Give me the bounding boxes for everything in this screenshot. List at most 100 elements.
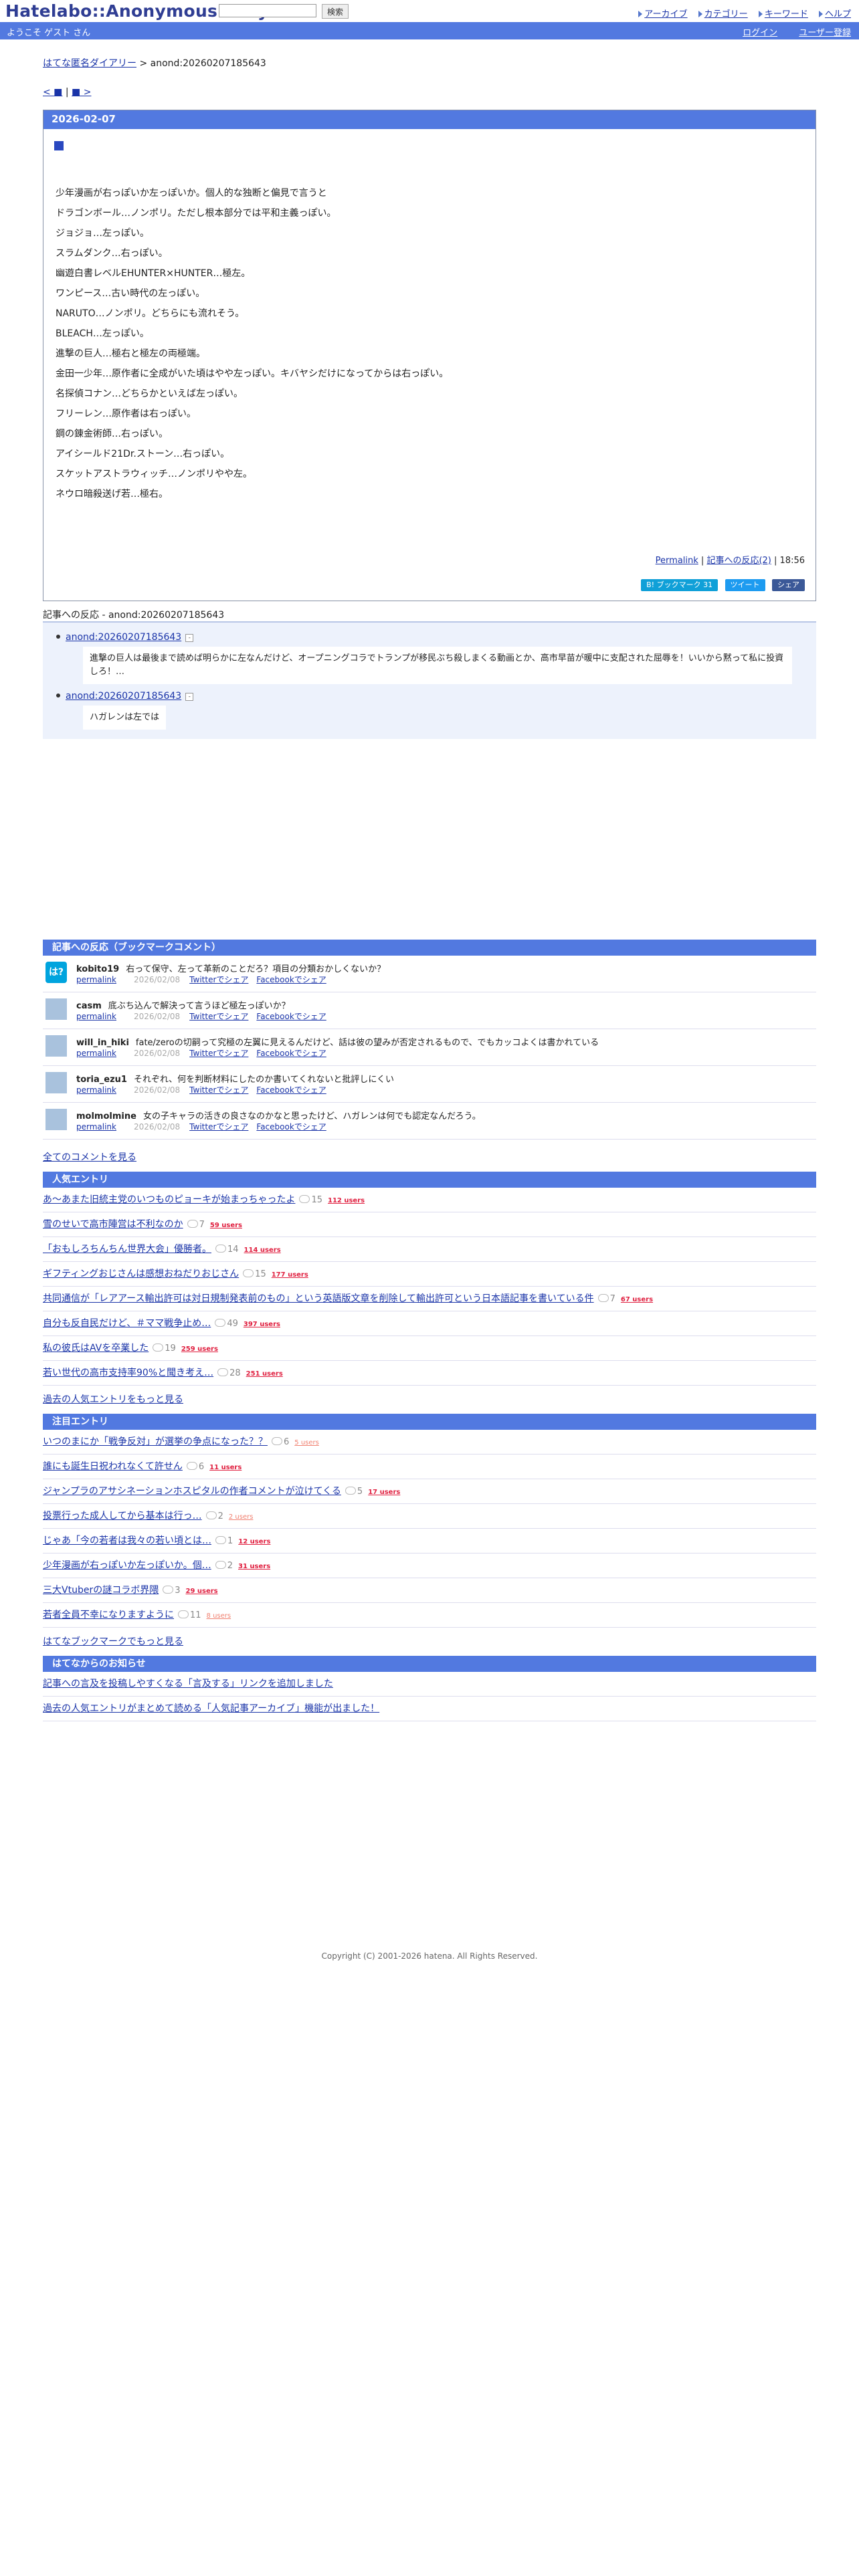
- all-comments-link[interactable]: 全てのコメントを見る: [43, 1150, 816, 1164]
- news-link[interactable]: 記事への言及を投稿しやすくなる「言及する」リンクを追加しました: [43, 1679, 333, 1689]
- entry-link[interactable]: 若い世代の高市支持率90%と聞き考え…: [43, 1368, 213, 1378]
- nav-help[interactable]: ヘルプ: [818, 9, 851, 19]
- popular-entries-list: あ〜あまた旧統主党のいつものピョーキが始まっちゃったよ 15 112 users 雪の…: [43, 1188, 816, 1386]
- entry-list-item: ジャンプラのアサシネーションホスピタルの作者コメントが泣けてくる 5 17 user…: [43, 1479, 816, 1504]
- twitter-share-link[interactable]: Twitterでシェア: [189, 975, 248, 984]
- avatar[interactable]: [45, 1109, 67, 1130]
- comment-date: 2026/02/08: [134, 1122, 181, 1132]
- breadcrumb-home[interactable]: はてな匿名ダイアリー: [43, 58, 136, 69]
- entry-link[interactable]: 雪のせいで高市陣営は不利なのか: [43, 1219, 183, 1230]
- entry-link[interactable]: 共同通信が「レアアース輸出許可は対日規制発表前のもの」という英語版文章を削除して…: [43, 1293, 594, 1304]
- entry-list-item: 自分も反自民だけど、＃ママ戦争止め… 49 397 users: [43, 1311, 816, 1336]
- copyright: Copyright (C) 2001-2026 hatena. All Righ…: [321, 1951, 538, 1961]
- popular-entries-title: 人気エントリ: [43, 1172, 816, 1188]
- bookmark-users-badge[interactable]: 114 users: [244, 1247, 281, 1254]
- entry-link[interactable]: 「おもしろちんちん世界大会」優勝者。: [43, 1244, 211, 1255]
- facebook-share-link[interactable]: Facebookでシェア: [256, 1122, 326, 1132]
- entry-link[interactable]: あ〜あまた旧統主党のいつものピョーキが始まっちゃったよ: [43, 1194, 295, 1205]
- entry-link[interactable]: 少年漫画が右っぽいか左っぽいか。個…: [43, 1560, 211, 1571]
- register-link[interactable]: ユーザー登録: [799, 28, 851, 38]
- bookmark-users-badge[interactable]: 59 users: [210, 1222, 242, 1229]
- facebook-share-link[interactable]: Facebookでシェア: [256, 1049, 326, 1058]
- bookmark-users-badge[interactable]: 259 users: [181, 1346, 218, 1353]
- search-button[interactable]: 検索: [322, 4, 349, 19]
- bookmark-users-badge[interactable]: 17 users: [368, 1489, 400, 1496]
- entry-link[interactable]: 自分も反自民だけど、＃ママ戦争止め…: [43, 1318, 211, 1329]
- bookmark-users-badge[interactable]: 11 users: [209, 1464, 242, 1471]
- entry-link[interactable]: いつのまにか「戦争反対」が選挙の争点になった？？: [43, 1436, 268, 1447]
- comment-user[interactable]: toria_ezu1: [76, 1075, 127, 1085]
- comment-user[interactable]: will_in_hiki: [76, 1038, 129, 1048]
- entry-title-link[interactable]: [54, 141, 64, 150]
- facebook-share-button[interactable]: シェア: [772, 579, 805, 591]
- comment-bubble-icon: [272, 1437, 282, 1445]
- next-entry-link[interactable]: ■ >: [72, 87, 91, 98]
- bookmark-users-badge[interactable]: 31 users: [238, 1563, 270, 1570]
- comment-count: 15: [311, 1195, 322, 1205]
- bookmark-users-badge[interactable]: 251 users: [246, 1370, 283, 1378]
- hatena-bookmark-button[interactable]: B! ブックマーク 31: [641, 579, 719, 591]
- entry-link[interactable]: 投票行った成人してから基本は行っ…: [43, 1511, 202, 1521]
- bookmark-users-badge[interactable]: 29 users: [185, 1588, 217, 1595]
- nav-category[interactable]: カテゴリー: [698, 9, 748, 19]
- facebook-share-link[interactable]: Facebookでシェア: [256, 975, 326, 984]
- entry-line: 進撃の巨人…極右と極左の両極端。: [56, 348, 205, 359]
- comment-permalink[interactable]: permalink: [76, 975, 116, 984]
- reaction-quote: ハガレンは左では: [83, 706, 167, 730]
- reactions-link[interactable]: 記事への反応(2): [706, 556, 771, 566]
- entry-link[interactable]: 誰にも誕生日祝われなくて許せん: [43, 1461, 183, 1472]
- bookmark-users-badge[interactable]: 67 users: [621, 1296, 653, 1303]
- comment-permalink[interactable]: permalink: [76, 1122, 116, 1132]
- avatar[interactable]: は?: [45, 962, 67, 983]
- bookmark-comments-title: 記事への反応（ブックマークコメント）: [43, 940, 816, 956]
- entry-link[interactable]: 三大Vtuberの謎コラボ界隈: [43, 1585, 159, 1596]
- entry-link[interactable]: じゃあ「今の若者は我々の若い頃とは…: [43, 1535, 211, 1546]
- permalink-link[interactable]: Permalink: [656, 556, 698, 566]
- entry-date: 2026-02-07: [43, 110, 816, 129]
- popular-more-link[interactable]: 過去の人気エントリをもっと見る: [43, 1392, 816, 1406]
- twitter-share-link[interactable]: Twitterでシェア: [189, 1012, 248, 1021]
- avatar[interactable]: [45, 1035, 67, 1057]
- facebook-share-link[interactable]: Facebookでシェア: [256, 1085, 326, 1095]
- entry-link[interactable]: ギフティングおじさんは感想おねだりおじさん: [43, 1269, 239, 1279]
- comment-text: 女の子キャラの活きの良さなのかなと思ったけど、ハガレンは何でも認定なんだろう。: [142, 1111, 481, 1121]
- search-input[interactable]: [219, 4, 316, 17]
- prev-entry-link[interactable]: < ■: [43, 87, 62, 98]
- reaction-link[interactable]: anond:20260207185643: [66, 632, 181, 643]
- comment-user[interactable]: molmolmine: [76, 1111, 136, 1121]
- comment-permalink[interactable]: permalink: [76, 1085, 116, 1095]
- entry-link[interactable]: 私の彼氏はAVを卒業した: [43, 1343, 149, 1354]
- bookmark-users-badge[interactable]: 397 users: [244, 1321, 280, 1328]
- tweet-button[interactable]: ツイート: [725, 579, 765, 591]
- welcome-bar: ようこそ ゲスト さん ログイン ユーザー登録: [0, 22, 859, 39]
- comment-meta: permalink 2026/02/08 Twitterでシェア Facebookでシ…: [76, 1010, 335, 1022]
- news-link[interactable]: 過去の人気エントリがまとめて読める「人気記事アーカイブ」機能が出ました！: [43, 1703, 379, 1714]
- bookmark-users-badge[interactable]: 12 users: [238, 1538, 270, 1545]
- bookmark-users-badge[interactable]: 8 users: [207, 1612, 231, 1620]
- comment-user[interactable]: casm: [76, 1001, 102, 1011]
- collapse-toggle[interactable]: -: [185, 693, 194, 701]
- bookmark-users-badge[interactable]: 112 users: [328, 1197, 365, 1204]
- notable-more-link[interactable]: はてなブックマークでもっと見る: [43, 1634, 816, 1648]
- twitter-share-link[interactable]: Twitterでシェア: [189, 1085, 248, 1095]
- bookmark-users-badge[interactable]: 5 users: [294, 1439, 319, 1446]
- triangle-right-icon: [758, 11, 763, 17]
- twitter-share-link[interactable]: Twitterでシェア: [189, 1122, 248, 1132]
- entry-link[interactable]: ジャンプラのアサシネーションホスピタルの作者コメントが泣けてくる: [43, 1486, 341, 1497]
- entry-pager: < ■ | ■ >: [43, 87, 816, 98]
- twitter-share-link[interactable]: Twitterでシェア: [189, 1049, 248, 1058]
- collapse-toggle[interactable]: -: [185, 634, 194, 642]
- entry-link[interactable]: 若者全員不幸になりますように: [43, 1610, 174, 1620]
- bookmark-users-badge[interactable]: 2 users: [229, 1513, 254, 1521]
- reaction-link[interactable]: anond:20260207185643: [66, 691, 181, 702]
- avatar[interactable]: [45, 1072, 67, 1093]
- facebook-share-link[interactable]: Facebookでシェア: [256, 1012, 326, 1021]
- avatar[interactable]: [45, 998, 67, 1020]
- comment-permalink[interactable]: permalink: [76, 1049, 116, 1058]
- bookmark-users-badge[interactable]: 177 users: [272, 1271, 308, 1279]
- comment-permalink[interactable]: permalink: [76, 1012, 116, 1021]
- login-link[interactable]: ログイン: [743, 28, 777, 38]
- nav-keyword[interactable]: キーワード: [758, 9, 808, 19]
- comment-user[interactable]: kobito19: [76, 964, 119, 974]
- nav-archive[interactable]: アーカイブ: [638, 9, 688, 19]
